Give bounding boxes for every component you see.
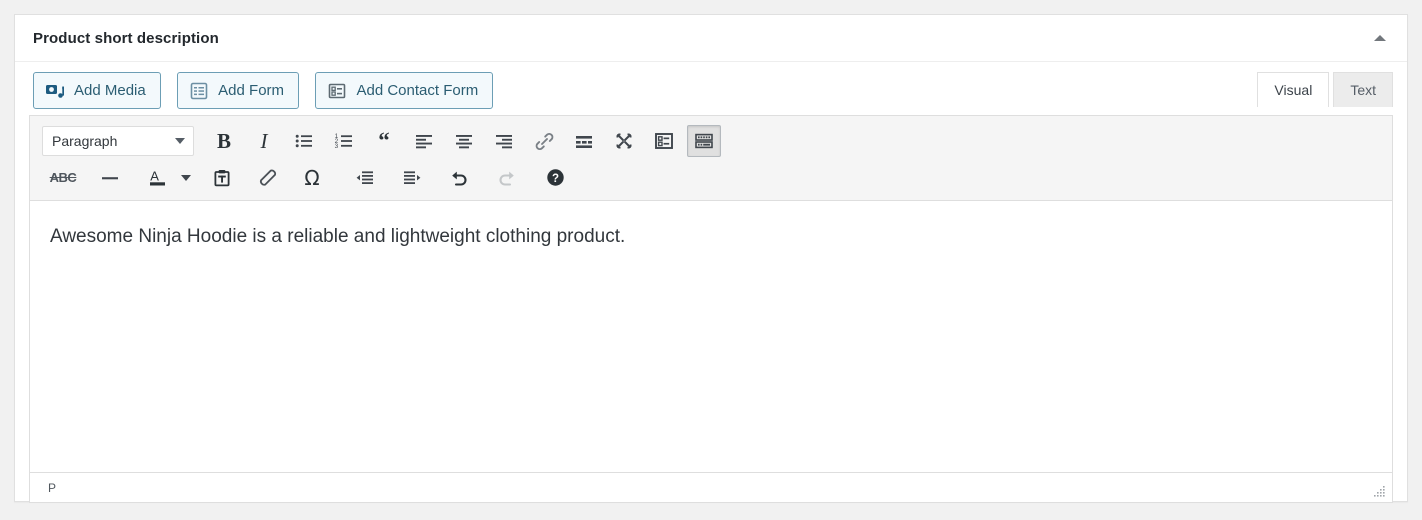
editor-container: Paragraph B I 1 2 3 “ ABC A Ω ? Awesome … bbox=[29, 115, 1393, 503]
toolbar-toggle-icon bbox=[694, 131, 714, 151]
add-media-label: Add Media bbox=[74, 82, 146, 99]
page-break-button[interactable] bbox=[647, 125, 681, 157]
toolbar-row-1: Paragraph B I 1 2 3 “ bbox=[34, 122, 1388, 160]
svg-text:3: 3 bbox=[335, 143, 339, 150]
increase-indent-button[interactable] bbox=[395, 162, 429, 194]
editor-body-text: Awesome Ninja Hoodie is a reliable and l… bbox=[50, 226, 626, 247]
strikethrough-icon: ABC bbox=[49, 170, 77, 185]
panel-header: Product short description bbox=[15, 15, 1407, 62]
strikethrough-button[interactable]: ABC bbox=[46, 162, 80, 194]
decrease-indent-button[interactable] bbox=[348, 162, 382, 194]
blockquote-icon: “ bbox=[378, 127, 390, 153]
italic-button[interactable]: I bbox=[247, 125, 281, 157]
horizontal-line-icon bbox=[100, 168, 120, 188]
redo-button[interactable] bbox=[489, 162, 523, 194]
bulleted-list-button[interactable] bbox=[287, 125, 321, 157]
add-contact-form-button[interactable]: Add Contact Form bbox=[315, 72, 494, 109]
keyboard-shortcuts-button[interactable]: ? bbox=[538, 162, 572, 194]
svg-text:A: A bbox=[150, 168, 159, 183]
tab-text[interactable]: Text bbox=[1333, 72, 1393, 107]
bold-icon: B bbox=[216, 128, 231, 153]
add-form-label: Add Form bbox=[218, 82, 285, 99]
page-title: Product short description bbox=[33, 29, 219, 47]
numbered-list-button[interactable]: 1 2 3 bbox=[327, 125, 361, 157]
toolbar-row-2: ABC A Ω ? bbox=[34, 160, 1388, 195]
add-contact-form-icon bbox=[327, 81, 347, 101]
align-right-icon bbox=[494, 131, 514, 151]
resize-handle-icon[interactable] bbox=[1372, 483, 1388, 499]
clear-formatting-button[interactable] bbox=[250, 162, 284, 194]
decrease-indent-icon bbox=[355, 168, 375, 188]
tab-visual[interactable]: Visual bbox=[1257, 72, 1330, 107]
read-more-button[interactable] bbox=[567, 125, 601, 157]
text-color-dropdown-button[interactable] bbox=[177, 162, 193, 194]
insert-link-button[interactable] bbox=[527, 125, 561, 157]
add-form-button[interactable]: Add Form bbox=[177, 72, 300, 109]
add-contact-form-label: Add Contact Form bbox=[356, 82, 479, 99]
paragraph-format-select[interactable]: Paragraph bbox=[42, 126, 194, 156]
align-center-icon bbox=[454, 131, 474, 151]
clear-formatting-icon bbox=[257, 167, 278, 188]
keyboard-shortcuts-icon: ? bbox=[545, 167, 566, 188]
fullscreen-icon bbox=[614, 131, 634, 151]
add-media-button[interactable]: Add Media bbox=[33, 72, 161, 109]
align-left-icon bbox=[414, 131, 434, 151]
align-center-button[interactable] bbox=[447, 125, 481, 157]
numbered-list-icon: 1 2 3 bbox=[334, 131, 354, 151]
italic-icon: I bbox=[260, 128, 268, 153]
chevron-up-icon bbox=[1374, 35, 1386, 41]
text-color-button[interactable]: A bbox=[140, 162, 174, 194]
paste-as-text-icon bbox=[212, 168, 232, 188]
undo-button[interactable] bbox=[442, 162, 476, 194]
product-short-description-panel: Product short description Add Media Add … bbox=[14, 14, 1408, 503]
special-character-button[interactable]: Ω bbox=[295, 162, 329, 194]
align-left-button[interactable] bbox=[407, 125, 441, 157]
collapse-panel-button[interactable] bbox=[1361, 15, 1399, 61]
add-form-icon bbox=[189, 81, 209, 101]
svg-text:?: ? bbox=[551, 173, 558, 185]
add-media-icon bbox=[45, 81, 65, 101]
fullscreen-button[interactable] bbox=[607, 125, 641, 157]
text-color-icon: A bbox=[147, 167, 168, 188]
special-character-icon: Ω bbox=[304, 165, 320, 190]
editor-status-bar: P bbox=[30, 472, 1392, 502]
horizontal-line-button[interactable] bbox=[93, 162, 127, 194]
editor-content-area[interactable]: Awesome Ninja Hoodie is a reliable and l… bbox=[30, 201, 1392, 472]
insert-link-icon bbox=[534, 131, 555, 152]
element-path: P bbox=[48, 480, 57, 495]
bold-button[interactable]: B bbox=[207, 125, 241, 157]
undo-icon bbox=[449, 167, 470, 188]
media-button-bar: Add Media Add Form Add Contact Form Visu… bbox=[15, 62, 1407, 115]
read-more-icon bbox=[574, 131, 594, 151]
paste-as-text-button[interactable] bbox=[205, 162, 239, 194]
editor-toolbar: Paragraph B I 1 2 3 “ ABC A Ω ? bbox=[30, 116, 1392, 201]
format-select-wrapper: Paragraph bbox=[42, 126, 194, 156]
align-right-button[interactable] bbox=[487, 125, 521, 157]
page-break-icon bbox=[654, 131, 674, 151]
redo-icon bbox=[496, 167, 517, 188]
toolbar-toggle-button[interactable] bbox=[687, 125, 721, 157]
increase-indent-icon bbox=[402, 168, 422, 188]
editor-mode-tabs: Visual Text bbox=[1253, 72, 1393, 107]
bulleted-list-icon bbox=[294, 131, 314, 151]
blockquote-button[interactable]: “ bbox=[367, 125, 401, 157]
chevron-down-icon bbox=[180, 174, 191, 181]
